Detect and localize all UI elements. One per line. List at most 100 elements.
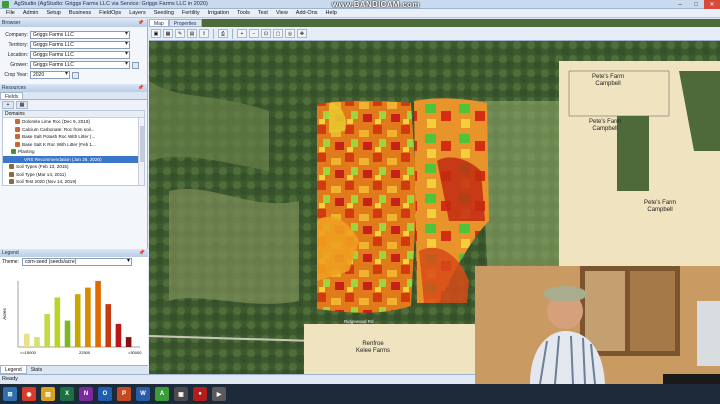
powerpoint-icon[interactable]: P bbox=[117, 387, 131, 401]
select-icon[interactable]: ▢ bbox=[273, 29, 283, 38]
export-icon[interactable]: ⇪ bbox=[199, 29, 209, 38]
excel-icon[interactable]: X bbox=[60, 387, 74, 401]
road-label: Ridgewood Rd bbox=[344, 319, 374, 324]
table-icon[interactable]: ▤ bbox=[187, 29, 197, 38]
tree-node[interactable]: VRS Recommendation (Jan 28, 2020) bbox=[3, 155, 144, 163]
search-icon[interactable] bbox=[72, 71, 79, 79]
menu-item-help[interactable]: Help bbox=[322, 10, 341, 16]
menu-item-layers[interactable]: Layers bbox=[125, 10, 150, 16]
menu-item-test[interactable]: Test bbox=[254, 10, 272, 16]
outlook-icon[interactable]: O bbox=[98, 387, 112, 401]
tree-node[interactable]: Soil Test 2020 (Nov 14, 2019) bbox=[3, 178, 144, 185]
bandicam-watermark: www.BANDICAM.com bbox=[332, 0, 420, 9]
tree-node[interactable]: Planting bbox=[3, 148, 144, 156]
menu-item-fertility[interactable]: Fertility bbox=[178, 10, 204, 16]
tree-node[interactable]: Calcium Carbonate: Roc from soil... bbox=[3, 126, 144, 134]
selector-combo[interactable]: Griggs Farms LLC bbox=[30, 51, 130, 59]
tab-fields[interactable]: Fields bbox=[0, 92, 24, 100]
close-button[interactable]: ✕ bbox=[704, 0, 720, 9]
layer-icon bbox=[9, 179, 14, 185]
tree-scrollbar[interactable] bbox=[138, 118, 144, 185]
selector-combo[interactable]: 2020 bbox=[30, 71, 70, 79]
domain-tree: Domains Dolomite Lime Roc (Dec 9, 2019) C… bbox=[2, 110, 145, 186]
start-icon[interactable]: ⊞ bbox=[3, 387, 17, 401]
tab-legend[interactable]: Legend bbox=[0, 366, 27, 374]
layer-icon bbox=[15, 134, 20, 140]
histogram-bar bbox=[34, 337, 40, 347]
selector-row: Company: Griggs Farms LLC bbox=[0, 30, 147, 40]
pin-icon[interactable]: 📌 bbox=[138, 84, 144, 92]
app-icon[interactable]: ▣ bbox=[174, 387, 188, 401]
layer-icon bbox=[9, 164, 14, 170]
histogram-bar bbox=[125, 337, 132, 347]
tree-node[interactable]: Base Salt K Roc With Litter (Feb 1... bbox=[3, 141, 144, 149]
agstudio-icon[interactable]: A bbox=[155, 387, 169, 401]
selector-row: Location: Griggs Farms LLC bbox=[0, 50, 147, 60]
selector-combo[interactable]: Griggs Farms LLC bbox=[30, 61, 130, 69]
window-title: AgStudio (AgStudio: Griggs Farms LLC via… bbox=[14, 1, 208, 7]
zoom-out-icon[interactable]: − bbox=[249, 29, 259, 38]
layer-icon bbox=[11, 149, 16, 155]
menu-item-file[interactable]: File bbox=[2, 10, 19, 16]
tab-map[interactable]: Map bbox=[149, 19, 169, 27]
menu-item-admin[interactable]: Admin bbox=[19, 10, 43, 16]
tab-properties[interactable]: Properties bbox=[168, 19, 202, 27]
menu-item-view[interactable]: View bbox=[272, 10, 292, 16]
selector-combo[interactable]: Griggs Farms LLC bbox=[30, 31, 130, 39]
menu-item-addons[interactable]: Add-Ons bbox=[292, 10, 322, 16]
resources-tabs: Fields bbox=[0, 92, 147, 100]
tree-node[interactable]: Soil Types (Feb 13, 2015) bbox=[3, 163, 144, 171]
menu-item-fieldops[interactable]: FieldOps bbox=[95, 10, 125, 16]
browser-panel-header: Browser 📌 bbox=[0, 19, 147, 27]
theme-select[interactable]: corn-seed (seeds/acre) bbox=[21, 258, 132, 266]
print-icon[interactable]: ⎙ bbox=[218, 29, 228, 38]
bandicam-icon[interactable]: ● bbox=[193, 387, 207, 401]
minimize-button[interactable]: – bbox=[672, 0, 688, 9]
menu-item-setup[interactable]: Setup bbox=[42, 10, 64, 16]
grower-lookup-button[interactable] bbox=[132, 61, 139, 69]
pin-icon[interactable]: 📌 bbox=[138, 19, 144, 27]
add-icon[interactable]: + bbox=[2, 101, 14, 109]
menu-item-tools[interactable]: Tools bbox=[233, 10, 254, 16]
tree-node[interactable]: Base Salt Potash Roc With Litter (... bbox=[3, 133, 144, 141]
legend-panel-header: Legend 📌 bbox=[0, 249, 148, 257]
layer-icon bbox=[15, 126, 20, 132]
browser-header-label: Browser bbox=[2, 20, 21, 26]
layer-icon[interactable]: ▦ bbox=[163, 29, 173, 38]
tab-stats[interactable]: Stats bbox=[27, 366, 46, 374]
tree-node[interactable]: Dolomite Lime Roc (Dec 9, 2019) bbox=[3, 118, 144, 126]
save-icon[interactable]: ▣ bbox=[151, 29, 161, 38]
yield-zone-west bbox=[317, 100, 417, 313]
menu-item-business[interactable]: Business bbox=[65, 10, 95, 16]
zoom-extent-icon[interactable]: ⊡ bbox=[261, 29, 271, 38]
pan-icon[interactable]: ✥ bbox=[297, 29, 307, 38]
map-toolbar: ▣ ▦ ✎ ▤ ⇪ ⎙ + − ⊡ ▢ ◎ ✥ bbox=[149, 27, 720, 41]
x-tick-label: >30000 bbox=[128, 350, 142, 355]
theme-row: Theme: corn-seed (seeds/acre) bbox=[0, 257, 148, 267]
legend-tabs: Legend Stats bbox=[0, 365, 148, 374]
scroll-thumb[interactable] bbox=[140, 126, 144, 162]
tree-node-label: Base Salt K Roc With Litter (Feb 1... bbox=[22, 141, 96, 147]
map-label: Pete's Farm Campbell bbox=[644, 200, 677, 213]
pin-icon[interactable]: 📌 bbox=[139, 249, 145, 257]
app-icon bbox=[2, 1, 9, 8]
zoom-in-icon[interactable]: + bbox=[237, 29, 247, 38]
webcam-video bbox=[475, 266, 720, 384]
histogram-bar bbox=[105, 304, 112, 347]
edit-icon[interactable]: ✎ bbox=[175, 29, 185, 38]
selector-combo[interactable]: Griggs Farms LLC bbox=[30, 41, 130, 49]
maximize-button[interactable]: □ bbox=[688, 0, 704, 9]
tree-node-label: Planting bbox=[18, 149, 35, 155]
onenote-icon[interactable]: N bbox=[79, 387, 93, 401]
video-icon[interactable]: ▶ bbox=[212, 387, 226, 401]
word-icon[interactable]: W bbox=[136, 387, 150, 401]
tree-node[interactable]: Soil Type (Mar 14, 2011) bbox=[3, 171, 144, 179]
map-label: Pete's Farm Campbell bbox=[592, 74, 625, 87]
locate-icon[interactable]: ◎ bbox=[285, 29, 295, 38]
folder-icon[interactable]: ▤ bbox=[41, 387, 55, 401]
grid-icon[interactable]: ▦ bbox=[16, 101, 28, 109]
menu-item-seeding[interactable]: Seeding bbox=[150, 10, 178, 16]
acres-histogram: Acres <=15000 22500 >30000 bbox=[2, 281, 142, 355]
menu-item-irrigation[interactable]: Irrigation bbox=[204, 10, 233, 16]
chrome-icon[interactable]: ◉ bbox=[22, 387, 36, 401]
